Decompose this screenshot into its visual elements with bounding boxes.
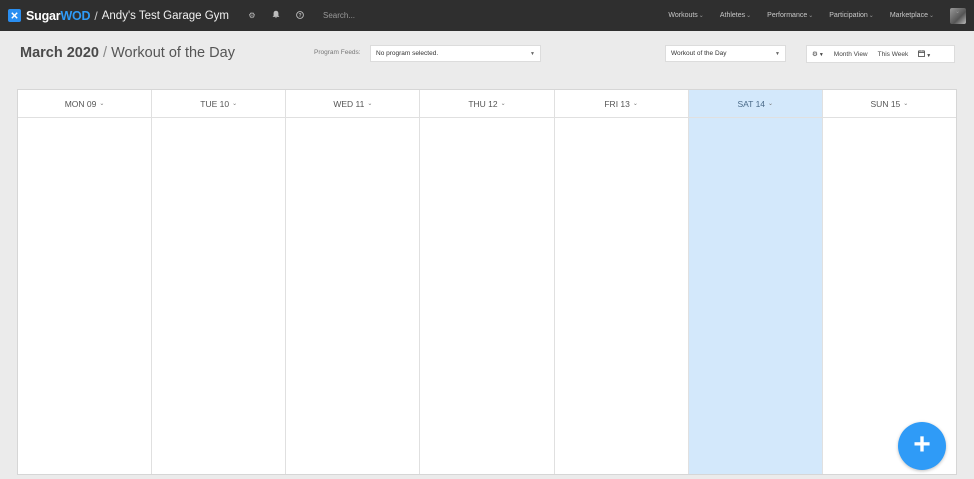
chevron-down-icon: ⌄ — [768, 101, 774, 107]
day-header[interactable]: SUN 15 ⌄ — [822, 90, 956, 118]
brand-separator: / — [94, 8, 98, 23]
top-nav-bar: SugarWOD / Andy's Test Garage Gym ⚙ ? Wo… — [0, 0, 974, 31]
page-title-text: Workout of the Day — [111, 45, 235, 61]
calendar-picker-button[interactable]: ▼ — [913, 49, 936, 59]
brand-name: SugarWOD — [26, 8, 91, 23]
nav-item-workouts[interactable]: Workouts⌄ — [668, 12, 703, 19]
day-column-wed[interactable]: WED 11 ⌄ — [286, 90, 421, 474]
week-calendar: MON 09 ⌄ TUE 10 ⌄ WED 11 ⌄ THU 12 ⌄ FRI 13 ⌄ … — [17, 89, 957, 475]
calendar-icon — [918, 49, 926, 57]
day-column-tue[interactable]: TUE 10 ⌄ — [152, 90, 287, 474]
program-feeds-label: Program Feeds: — [314, 49, 361, 56]
program-feeds-select[interactable]: No program selected. ▼ — [370, 45, 541, 62]
svg-text:?: ? — [298, 12, 301, 18]
nav-item-marketplace[interactable]: Marketplace⌄ — [890, 12, 934, 19]
chevron-down-icon: ⌄ — [632, 101, 638, 107]
month-label: March 2020 — [20, 45, 99, 61]
this-week-button[interactable]: This Week — [873, 51, 914, 58]
day-header[interactable]: TUE 10 ⌄ — [152, 90, 286, 118]
nav-item-athletes[interactable]: Athletes⌄ — [720, 12, 751, 19]
sugarwod-logo-icon — [8, 9, 21, 22]
nav-item-performance[interactable]: Performance⌄ — [767, 12, 813, 19]
gear-icon: ⚙ — [812, 51, 818, 58]
plus-icon: + — [913, 428, 931, 461]
page-title: March 2020 / Workout of the Day — [20, 45, 235, 61]
day-header[interactable]: THU 12 ⌄ — [420, 90, 554, 118]
chevron-down-icon: ⌄ — [99, 101, 105, 107]
chevron-down-icon: ⌄ — [500, 101, 506, 107]
day-column-sun[interactable]: SUN 15 ⌄ — [822, 90, 956, 474]
chevron-down-icon: ⌄ — [903, 101, 909, 107]
day-column-sat-today[interactable]: SAT 14 ⌄ — [688, 90, 823, 474]
day-header[interactable]: WED 11 ⌄ — [286, 90, 420, 118]
chevron-down-icon: ▼ — [530, 51, 535, 57]
bell-icon[interactable] — [271, 10, 281, 21]
month-view-button[interactable]: Month View — [829, 51, 873, 58]
chevron-down-icon: ⌄ — [232, 101, 238, 107]
day-column-mon[interactable]: MON 09 ⌄ — [18, 90, 153, 474]
day-column-thu[interactable]: THU 12 ⌄ — [420, 90, 555, 474]
workout-type-select[interactable]: Workout of the Day ▼ — [665, 45, 786, 62]
day-header[interactable]: SAT 14 ⌄ — [688, 90, 822, 118]
view-controls: ⚙▼ Month View This Week ▼ — [806, 45, 955, 63]
chevron-down-icon: ⌄ — [367, 101, 373, 107]
avatar-chevron-down-icon[interactable]: ⌄ — [955, 8, 960, 15]
settings-dropdown-button[interactable]: ⚙▼ — [807, 50, 829, 58]
help-icon[interactable]: ? — [295, 10, 305, 21]
day-column-fri[interactable]: FRI 13 ⌄ — [554, 90, 689, 474]
nav-item-participation[interactable]: Participation⌄ — [829, 12, 874, 19]
gear-icon[interactable]: ⚙ — [247, 11, 257, 20]
search-input[interactable] — [323, 11, 443, 20]
brand[interactable]: SugarWOD / Andy's Test Garage Gym — [8, 9, 229, 23]
chevron-down-icon: ▼ — [775, 51, 780, 57]
day-header[interactable]: FRI 13 ⌄ — [554, 90, 688, 118]
add-workout-button[interactable]: + — [898, 422, 946, 470]
main-nav: Workouts⌄ Athletes⌄ Performance⌄ Partici… — [668, 0, 974, 31]
gym-name[interactable]: Andy's Test Garage Gym — [102, 10, 229, 22]
day-header[interactable]: MON 09 ⌄ — [18, 90, 152, 118]
